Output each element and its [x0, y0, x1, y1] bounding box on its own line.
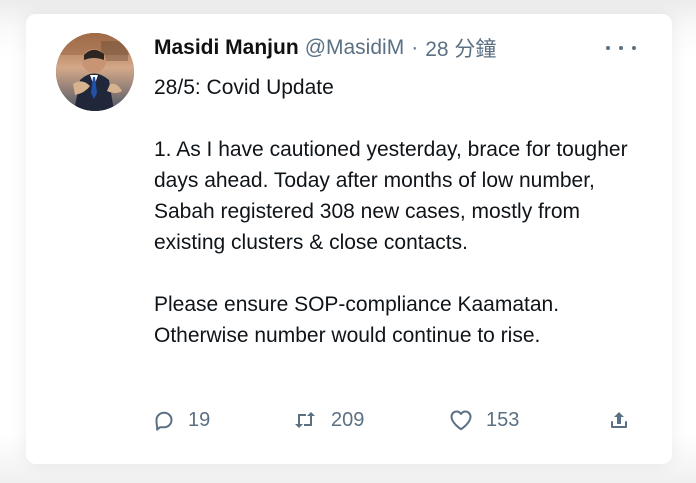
profile-photo — [56, 33, 134, 111]
retweet-count: 209 — [331, 408, 365, 431]
like-count: 153 — [486, 408, 520, 431]
author-name[interactable]: Masidi Manjun — [154, 36, 299, 60]
tweet-paragraph-1: 1. As I have cautioned yesterday, brace … — [154, 138, 628, 254]
tweet-paragraph-2: Please ensure SOP-compliance Kaamatan. O… — [154, 293, 560, 347]
avatar[interactable] — [56, 33, 134, 111]
tweet-header: Masidi Manjun @MasidiM · 28 分鐘 — [154, 32, 638, 64]
share-icon — [611, 412, 627, 428]
reply-count: 19 — [188, 408, 211, 431]
tweet-actions: 19 209 153 — [152, 408, 642, 442]
heart-icon — [450, 410, 472, 431]
author-handle[interactable]: @MasidiM — [305, 36, 405, 60]
more-dot — [632, 46, 636, 50]
tweet-time[interactable]: 28 分鐘 — [425, 33, 496, 63]
more-dot — [606, 46, 610, 50]
reply-icon — [155, 411, 173, 431]
retweet-icon — [295, 412, 315, 428]
more-icon[interactable] — [604, 38, 638, 58]
header-separator: · — [411, 36, 419, 59]
like-button[interactable]: 153 — [448, 408, 519, 432]
reply-button[interactable]: 19 — [152, 408, 210, 432]
share-button[interactable] — [607, 408, 631, 432]
more-dot — [619, 46, 623, 50]
tweet-card: Masidi Manjun @MasidiM · 28 分鐘 28/5: Cov… — [26, 14, 672, 464]
tweet-body: 28/5: Covid Update 1. As I have cautione… — [154, 72, 640, 351]
tweet-title: 28/5: Covid Update — [154, 76, 334, 99]
screenshot-stage: Masidi Manjun @MasidiM · 28 分鐘 28/5: Cov… — [0, 0, 696, 483]
retweet-button[interactable]: 209 — [291, 408, 364, 432]
